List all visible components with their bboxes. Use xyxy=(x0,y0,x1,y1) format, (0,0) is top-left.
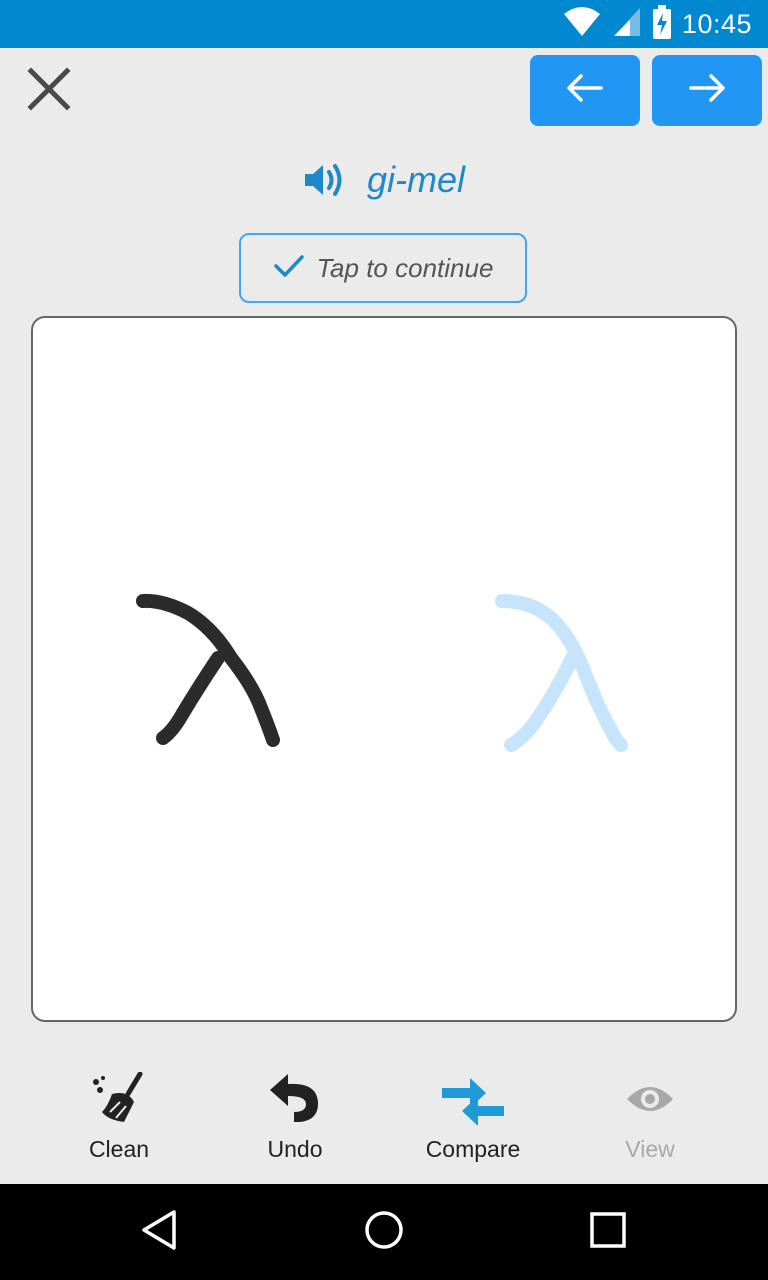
status-time: 10:45 xyxy=(681,8,752,39)
eye-icon xyxy=(625,1070,675,1128)
tool-bar: Clean Undo Compare View xyxy=(0,1058,768,1168)
home-icon xyxy=(363,1209,405,1256)
undo-button[interactable]: Undo xyxy=(220,1070,370,1170)
canvas-drawing xyxy=(136,593,628,752)
battery-charging-icon xyxy=(652,4,672,44)
reference-stroke xyxy=(495,594,628,752)
compare-arrows-icon xyxy=(440,1070,506,1128)
back-button[interactable] xyxy=(130,1202,190,1262)
drawing-canvas[interactable] xyxy=(31,316,737,1022)
view-button[interactable]: View xyxy=(575,1070,725,1170)
tap-to-continue-label: Tap to continue xyxy=(316,252,494,283)
compare-button[interactable]: Compare xyxy=(398,1070,548,1170)
home-button[interactable] xyxy=(354,1202,414,1262)
system-nav-bar xyxy=(0,1184,768,1280)
wifi-icon xyxy=(562,6,602,43)
recents-icon xyxy=(589,1211,627,1254)
compare-label: Compare xyxy=(425,1136,521,1162)
status-icons: 10:45 xyxy=(562,0,752,48)
back-icon xyxy=(140,1209,180,1256)
broom-icon xyxy=(90,1070,148,1128)
arrow-right-icon xyxy=(687,72,727,109)
arrow-left-icon xyxy=(565,72,605,109)
clean-label: Clean xyxy=(88,1136,150,1162)
speaker-icon[interactable] xyxy=(303,160,349,200)
close-button[interactable] xyxy=(18,60,80,122)
close-icon xyxy=(27,66,71,116)
check-icon xyxy=(273,253,305,284)
previous-button[interactable] xyxy=(530,55,640,126)
status-bar: 10:45 xyxy=(0,0,768,48)
undo-label: Undo xyxy=(267,1136,323,1162)
clean-button[interactable]: Clean xyxy=(44,1070,194,1170)
recents-button[interactable] xyxy=(578,1202,638,1262)
view-label: View xyxy=(625,1136,675,1162)
undo-icon xyxy=(266,1070,324,1128)
next-button[interactable] xyxy=(652,55,762,126)
letter-name: gi-mel xyxy=(366,159,465,200)
tap-to-continue-button[interactable]: Tap to continue xyxy=(239,233,527,303)
signal-icon xyxy=(612,6,642,43)
word-row: gi-mel xyxy=(0,150,768,210)
user-stroke xyxy=(136,593,280,747)
